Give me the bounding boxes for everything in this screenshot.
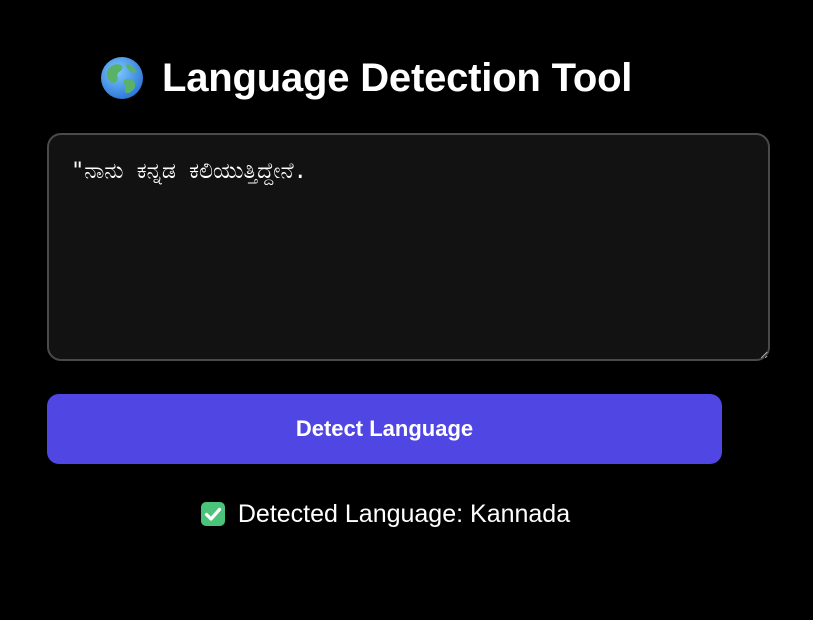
- text-input[interactable]: "ನಾನು ಕನ್ನಡ ಕಲಿಯುತ್ತಿದ್ದೇನೆ.: [47, 133, 770, 361]
- check-mark-icon: [200, 501, 226, 527]
- detection-result: Detected Language: Kannada: [0, 497, 770, 531]
- header: Language Detection Tool: [100, 52, 632, 104]
- detected-language-value: Kannada: [470, 499, 571, 528]
- detect-language-button[interactable]: Detect Language: [47, 394, 722, 464]
- text-input-container: "ನಾನು ಕನ್ನಡ ಕಲಿಯುತ್ತಿದ್ದೇನೆ.: [47, 133, 770, 361]
- page-title: Language Detection Tool: [162, 55, 633, 100]
- globe-icon: [100, 56, 144, 100]
- result-label: Detected Language:: [237, 499, 471, 528]
